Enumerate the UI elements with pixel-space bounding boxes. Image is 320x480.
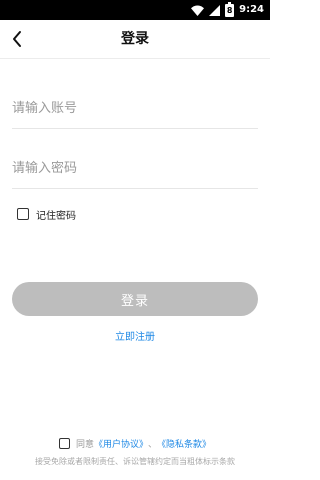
login-button[interactable]: 登录 [12, 282, 258, 316]
password-input[interactable] [12, 148, 258, 189]
app-bar: 登录 [0, 20, 270, 59]
status-time: 9:24 [239, 4, 264, 15]
back-button[interactable] [6, 27, 30, 51]
wifi-icon [191, 5, 205, 16]
remember-password-checkbox[interactable] [17, 208, 29, 220]
agreement-disclaimer: 接受免除或者限制责任、诉讼管辖约定而当粗体标示条款 [35, 457, 235, 466]
agreement-row: 同意 《用户协议》 、 《隐私条款》 [0, 436, 270, 450]
agreement-separator: 、 [148, 439, 158, 450]
remember-password-label: 记住密码 [36, 210, 76, 222]
chevron-left-icon [13, 31, 21, 47]
register-link[interactable]: 立即注册 [0, 328, 270, 343]
status-icons: 8 9:24 [191, 1, 264, 17]
account-input[interactable] [12, 88, 258, 129]
remember-password-row[interactable]: 记住密码 [17, 206, 76, 222]
user-agreement-link[interactable]: 《用户协议》 [94, 437, 148, 450]
battery-icon: 8 [225, 1, 235, 17]
agreement-prefix: 同意 [75, 439, 94, 450]
status-bar: 8 9:24 [0, 0, 270, 20]
agreement-checkbox[interactable] [58, 437, 70, 449]
signal-icon [209, 4, 221, 16]
battery-level: 8 [226, 5, 233, 15]
privacy-terms-link[interactable]: 《隐私条款》 [157, 437, 211, 450]
page-title: 登录 [121, 31, 149, 47]
